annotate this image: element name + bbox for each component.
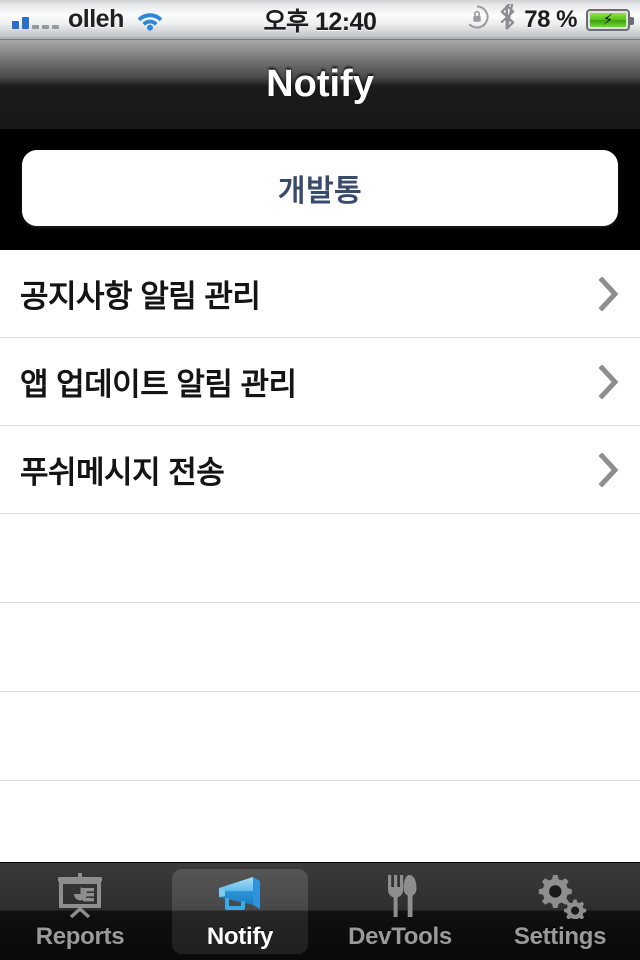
tab-notify[interactable]: Notify xyxy=(160,863,320,960)
tab-label-devtools: DevTools xyxy=(348,922,452,950)
tab-devtools[interactable]: DevTools xyxy=(320,863,480,960)
chevron-right-icon xyxy=(598,452,619,487)
table-header-area: 개발통 xyxy=(0,130,640,250)
settings-list: 공지사항 알림 관리 앱 업데이트 알림 관리 푸쉬메시지 전송 xyxy=(0,250,640,862)
status-bar-time: 오후 12:40 xyxy=(263,7,377,36)
tab-bar: Reports Notify DevTools Settings xyxy=(0,862,640,960)
list-item-label: 푸쉬메시지 전송 xyxy=(20,455,225,490)
chevron-right-icon xyxy=(598,364,619,399)
list-item-label: 앱 업데이트 알림 관리 xyxy=(20,367,297,402)
presentation-chart-icon xyxy=(54,872,106,919)
tab-label-settings: Settings xyxy=(513,922,607,950)
tab-label-notify: Notify xyxy=(206,922,274,950)
table-row-empty xyxy=(0,781,640,862)
chevron-right-icon xyxy=(598,276,619,311)
table-row[interactable]: 공지사항 알림 관리 xyxy=(0,250,640,338)
table-row[interactable]: 푸쉬메시지 전송 xyxy=(0,426,640,514)
tab-reports[interactable]: Reports xyxy=(0,863,160,960)
app-screen: olleh 오후 12:40 78 % ⚡ Notify 개발통 공지사항 알림… xyxy=(0,0,640,960)
tab-settings[interactable]: Settings xyxy=(480,863,640,960)
megaphone-icon xyxy=(213,873,267,919)
charging-bolt-icon: ⚡ xyxy=(602,11,614,28)
battery-charging-icon: ⚡ xyxy=(586,8,634,31)
tab-label-reports: Reports xyxy=(35,922,125,950)
status-bar: olleh 오후 12:40 78 % ⚡ xyxy=(0,0,640,40)
table-row[interactable]: 앱 업데이트 알림 관리 xyxy=(0,338,640,426)
table-row-empty xyxy=(0,603,640,692)
project-selector-button[interactable]: 개발통 xyxy=(22,150,618,226)
table-row-empty xyxy=(0,692,640,781)
project-selector-label: 개발통 xyxy=(277,175,363,208)
navigation-bar: Notify xyxy=(0,40,640,130)
list-item-label: 공지사항 알림 관리 xyxy=(20,279,261,314)
fork-knife-icon xyxy=(376,873,424,919)
page-title: Notify xyxy=(266,63,374,105)
gears-icon xyxy=(533,873,587,919)
table-row-empty xyxy=(0,514,640,603)
